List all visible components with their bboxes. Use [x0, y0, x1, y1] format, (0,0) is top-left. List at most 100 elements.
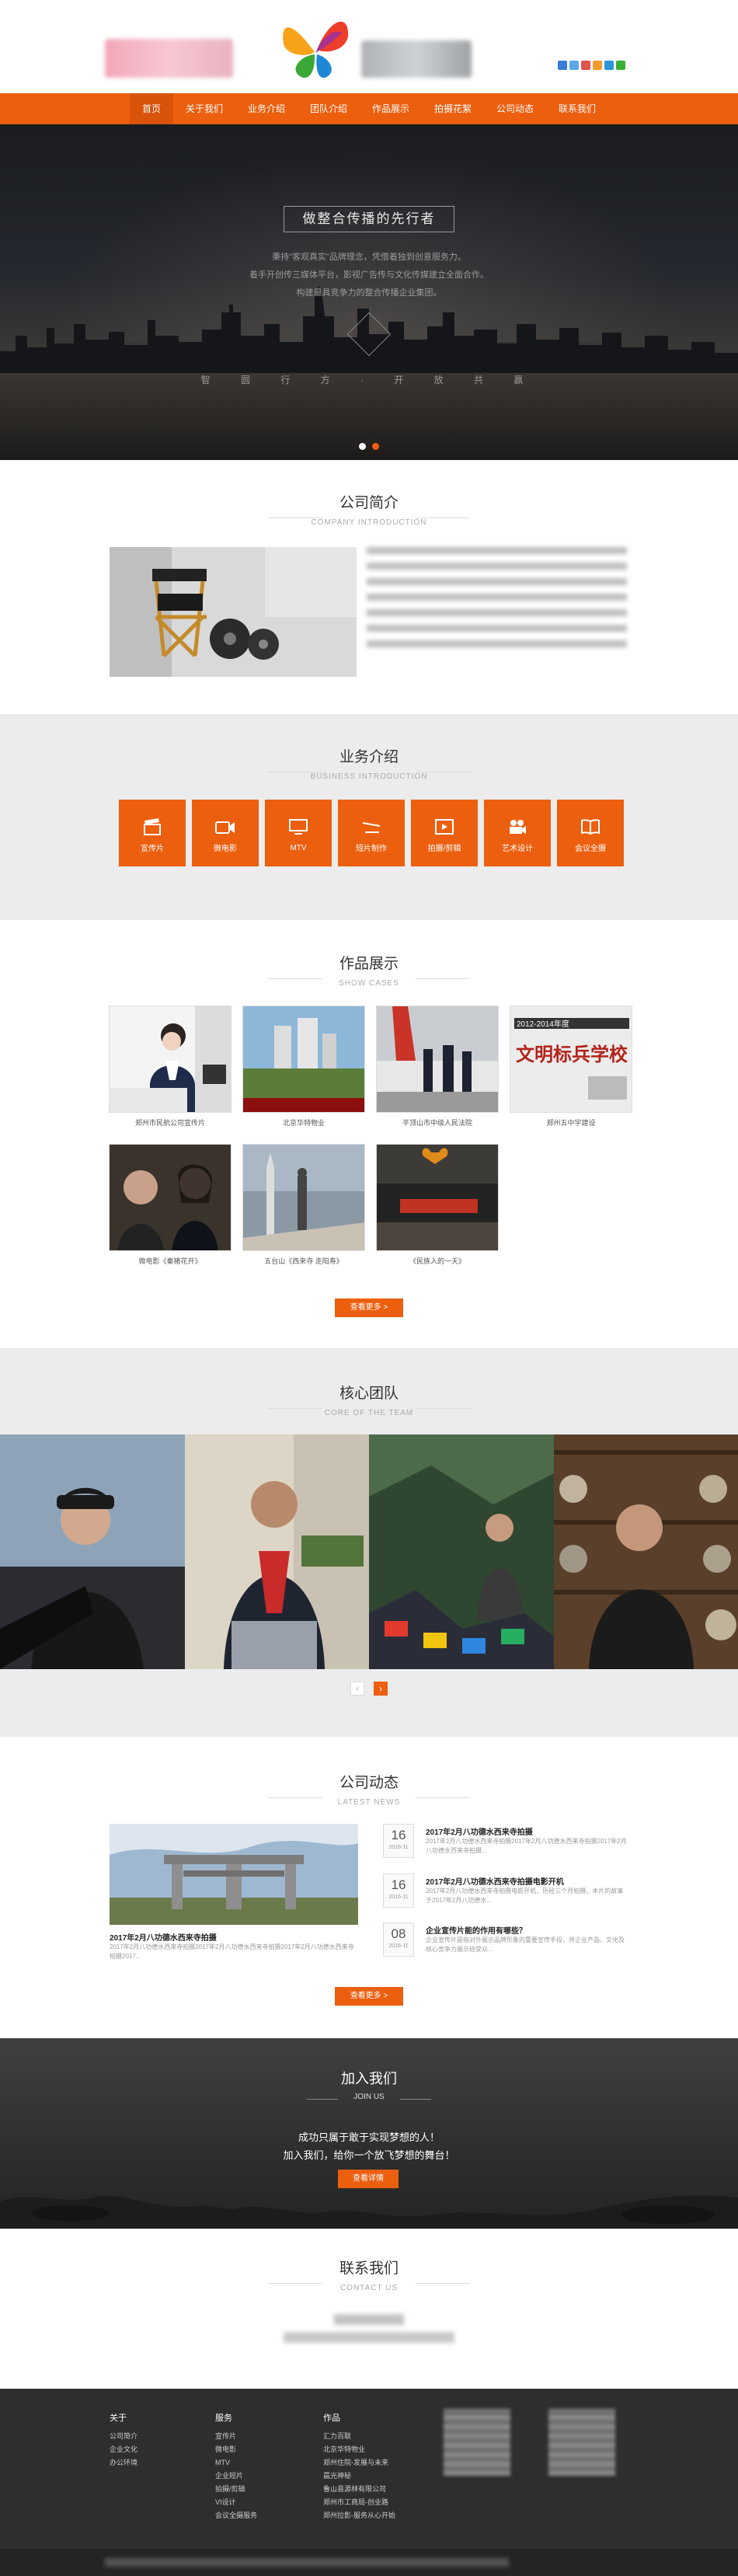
divider — [268, 2283, 322, 2284]
news-title[interactable]: 企业宣传片能的作用有哪些？ — [426, 1924, 527, 1936]
business-label: 宣传片 — [141, 845, 164, 853]
footer-link[interactable]: 北京华特物业 — [323, 2443, 395, 2456]
carousel-dot-active[interactable] — [372, 443, 379, 450]
business-item-mtv[interactable]: MTV — [265, 800, 332, 866]
slogan-image — [361, 40, 472, 78]
news-day: 16 — [391, 1877, 406, 1892]
footer-link[interactable]: 公司简介 — [110, 2430, 138, 2443]
join-details-button[interactable]: 查看详情 — [338, 2170, 399, 2188]
section-title: 业务介绍 — [339, 749, 399, 765]
news-title[interactable]: 2017年2月八功德水西来寺拍摄 — [426, 1825, 533, 1837]
section-subtitle: CONTACT US — [339, 2284, 399, 2292]
case-thumbnail[interactable]: 2012-2014年度 文明标兵学校 — [510, 1006, 632, 1113]
nav-behind-scenes[interactable]: 拍摄花絮 — [422, 93, 484, 124]
footer-link[interactable]: 会议全摄服务 — [215, 2509, 257, 2522]
team-member-photo[interactable] — [369, 1434, 554, 1669]
hero-motto: 智 圆 行 方 · 开 放 共 赢 — [200, 375, 538, 385]
hero-banner: 做整合传播的先行者 秉持"客观真实"品牌理念，凭借着独到创意服务力。 着手开创传… — [0, 124, 738, 460]
hero-text: 秉持"客观真实"品牌理念，凭借着独到创意服务力。 着手开创传三媒体平台，影视广告… — [0, 249, 738, 302]
business-item-meeting[interactable]: 会议全摄 — [557, 800, 624, 866]
view-more-cases-button[interactable]: 查看更多 > — [335, 1298, 403, 1317]
featured-news-summary: 2017年2月八功德水西来寺拍摄2017年2月八功德水西来寺拍摄2017年2月八… — [110, 1943, 354, 1960]
case-caption[interactable]: 《民族入的一天》 — [376, 1256, 499, 1266]
team-member-photo[interactable] — [184, 1434, 369, 1669]
news-day: 16 — [391, 1828, 406, 1842]
view-more-news-button[interactable]: 查看更多 > — [335, 1987, 403, 2006]
footer-link[interactable]: 鲁山县源林有限公司 — [323, 2483, 395, 2496]
case-thumbnail[interactable] — [242, 1144, 365, 1251]
news-title[interactable]: 2017年2月八功德水西来寺拍摄电影开机 — [426, 1875, 564, 1887]
footer-link[interactable]: 郑州市工商局-创业路 — [323, 2496, 395, 2509]
footer-link[interactable]: 微电影 — [215, 2443, 257, 2456]
case-thumbnail[interactable] — [242, 1006, 365, 1113]
divider — [268, 978, 322, 979]
footer-link[interactable]: 郑州住院-发展与未来 — [323, 2456, 395, 2470]
footer-link[interactable]: 办公环境 — [110, 2456, 138, 2470]
case-thumbnail[interactable] — [376, 1006, 499, 1113]
monitor-icon — [289, 819, 308, 835]
nav-about[interactable]: 关于我们 — [173, 93, 235, 124]
footer-link[interactable]: 企业文化 — [110, 2443, 138, 2456]
about-text-blurred — [367, 547, 627, 656]
business-list: 宣传片 微电影 MTV 短片制作 拍摄/剪辑 艺术设计 会议全摄 — [119, 800, 624, 866]
case-caption[interactable]: 五台山《西来寺 走阳寿》 — [242, 1256, 365, 1266]
share-icons — [558, 61, 625, 70]
footer-link[interactable]: MTV — [215, 2456, 257, 2470]
section-title: 作品展示 — [339, 956, 399, 972]
case-thumbnail[interactable] — [109, 1006, 231, 1113]
business-item-design[interactable]: 艺术设计 — [484, 800, 551, 866]
company-name-image — [105, 39, 233, 78]
nav-home[interactable]: 首页 — [129, 93, 173, 124]
news-month: 2016-11 — [388, 1895, 409, 1900]
news-date: 16 2016-11 — [383, 1874, 414, 1908]
join-title: 加入我们 — [341, 2071, 397, 2086]
footer-link[interactable]: 拍摄/剪辑 — [215, 2483, 257, 2496]
business-label: 艺术设计 — [502, 845, 533, 853]
qzone-icon[interactable] — [558, 61, 567, 70]
news-featured-image[interactable] — [110, 1824, 358, 1925]
tencent-weibo-icon[interactable] — [581, 61, 590, 70]
about-heading: 公司简介 COMPANY INTRODUCTION — [0, 491, 738, 527]
nav-cases[interactable]: 作品展示 — [360, 93, 422, 124]
qr-code-image — [444, 2409, 510, 2476]
footer-link[interactable]: 宣传片 — [215, 2430, 257, 2443]
douban-icon[interactable] — [604, 61, 614, 70]
team-member-photo[interactable] — [553, 1434, 738, 1669]
case-caption[interactable]: 平顶山市中级人民法院 — [376, 1117, 499, 1128]
renren-icon[interactable] — [593, 61, 602, 70]
case-caption[interactable]: 北京华特物业 — [242, 1117, 365, 1128]
case-thumbnail[interactable] — [376, 1144, 499, 1251]
movie-camera-icon — [510, 820, 526, 834]
section-title: 公司动态 — [339, 1775, 399, 1791]
next-arrow-icon[interactable]: › — [374, 1682, 388, 1696]
footer-link[interactable]: 汇力百联 — [323, 2430, 395, 2443]
business-item-shorts[interactable]: 短片制作 — [338, 800, 405, 866]
nav-news[interactable]: 公司动态 — [484, 93, 546, 124]
case-caption[interactable]: 郑州五中宇建设 — [510, 1117, 632, 1128]
news-month: 2016-11 — [388, 1845, 409, 1850]
business-label: 微电影 — [214, 845, 237, 853]
nav-team[interactable]: 团队介绍 — [298, 93, 360, 124]
butterfly-logo-icon[interactable] — [272, 9, 361, 83]
business-item-microfilm[interactable]: 微电影 — [192, 800, 259, 866]
footer-link[interactable]: 企业短片 — [215, 2470, 257, 2483]
case-caption[interactable]: 郑州市民航公司宣传片 — [109, 1117, 231, 1128]
business-label: 短片制作 — [356, 845, 387, 853]
business-item-editing[interactable]: 拍摄/剪辑 — [411, 800, 478, 866]
team-member-photo[interactable] — [0, 1434, 185, 1669]
divider — [416, 2283, 470, 2284]
footer-link[interactable]: 晨光神秘 — [323, 2470, 395, 2483]
news-summary: 2017年2月八功德水西来寺拍摄2017年2月八功德水西来寺拍摄2017年2月八… — [426, 1838, 627, 1854]
carousel-dot[interactable] — [359, 443, 366, 450]
case-caption[interactable]: 微电影《秦猪花开》 — [109, 1256, 231, 1266]
nav-business[interactable]: 业务介绍 — [235, 93, 298, 124]
weibo-icon[interactable] — [569, 61, 579, 70]
footer-link[interactable]: 郑州拉影-服务从心开始 — [323, 2509, 395, 2522]
footer-link[interactable]: VI设计 — [215, 2496, 257, 2509]
featured-news-title[interactable]: 2017年2月八功德水西来寺拍摄 — [110, 1931, 217, 1943]
nav-contact[interactable]: 联系我们 — [546, 93, 608, 124]
case-thumbnail[interactable] — [109, 1144, 231, 1251]
prev-arrow-icon[interactable]: ‹ — [350, 1682, 364, 1696]
wechat-icon[interactable] — [616, 61, 625, 70]
business-item-promo[interactable]: 宣传片 — [119, 800, 186, 866]
